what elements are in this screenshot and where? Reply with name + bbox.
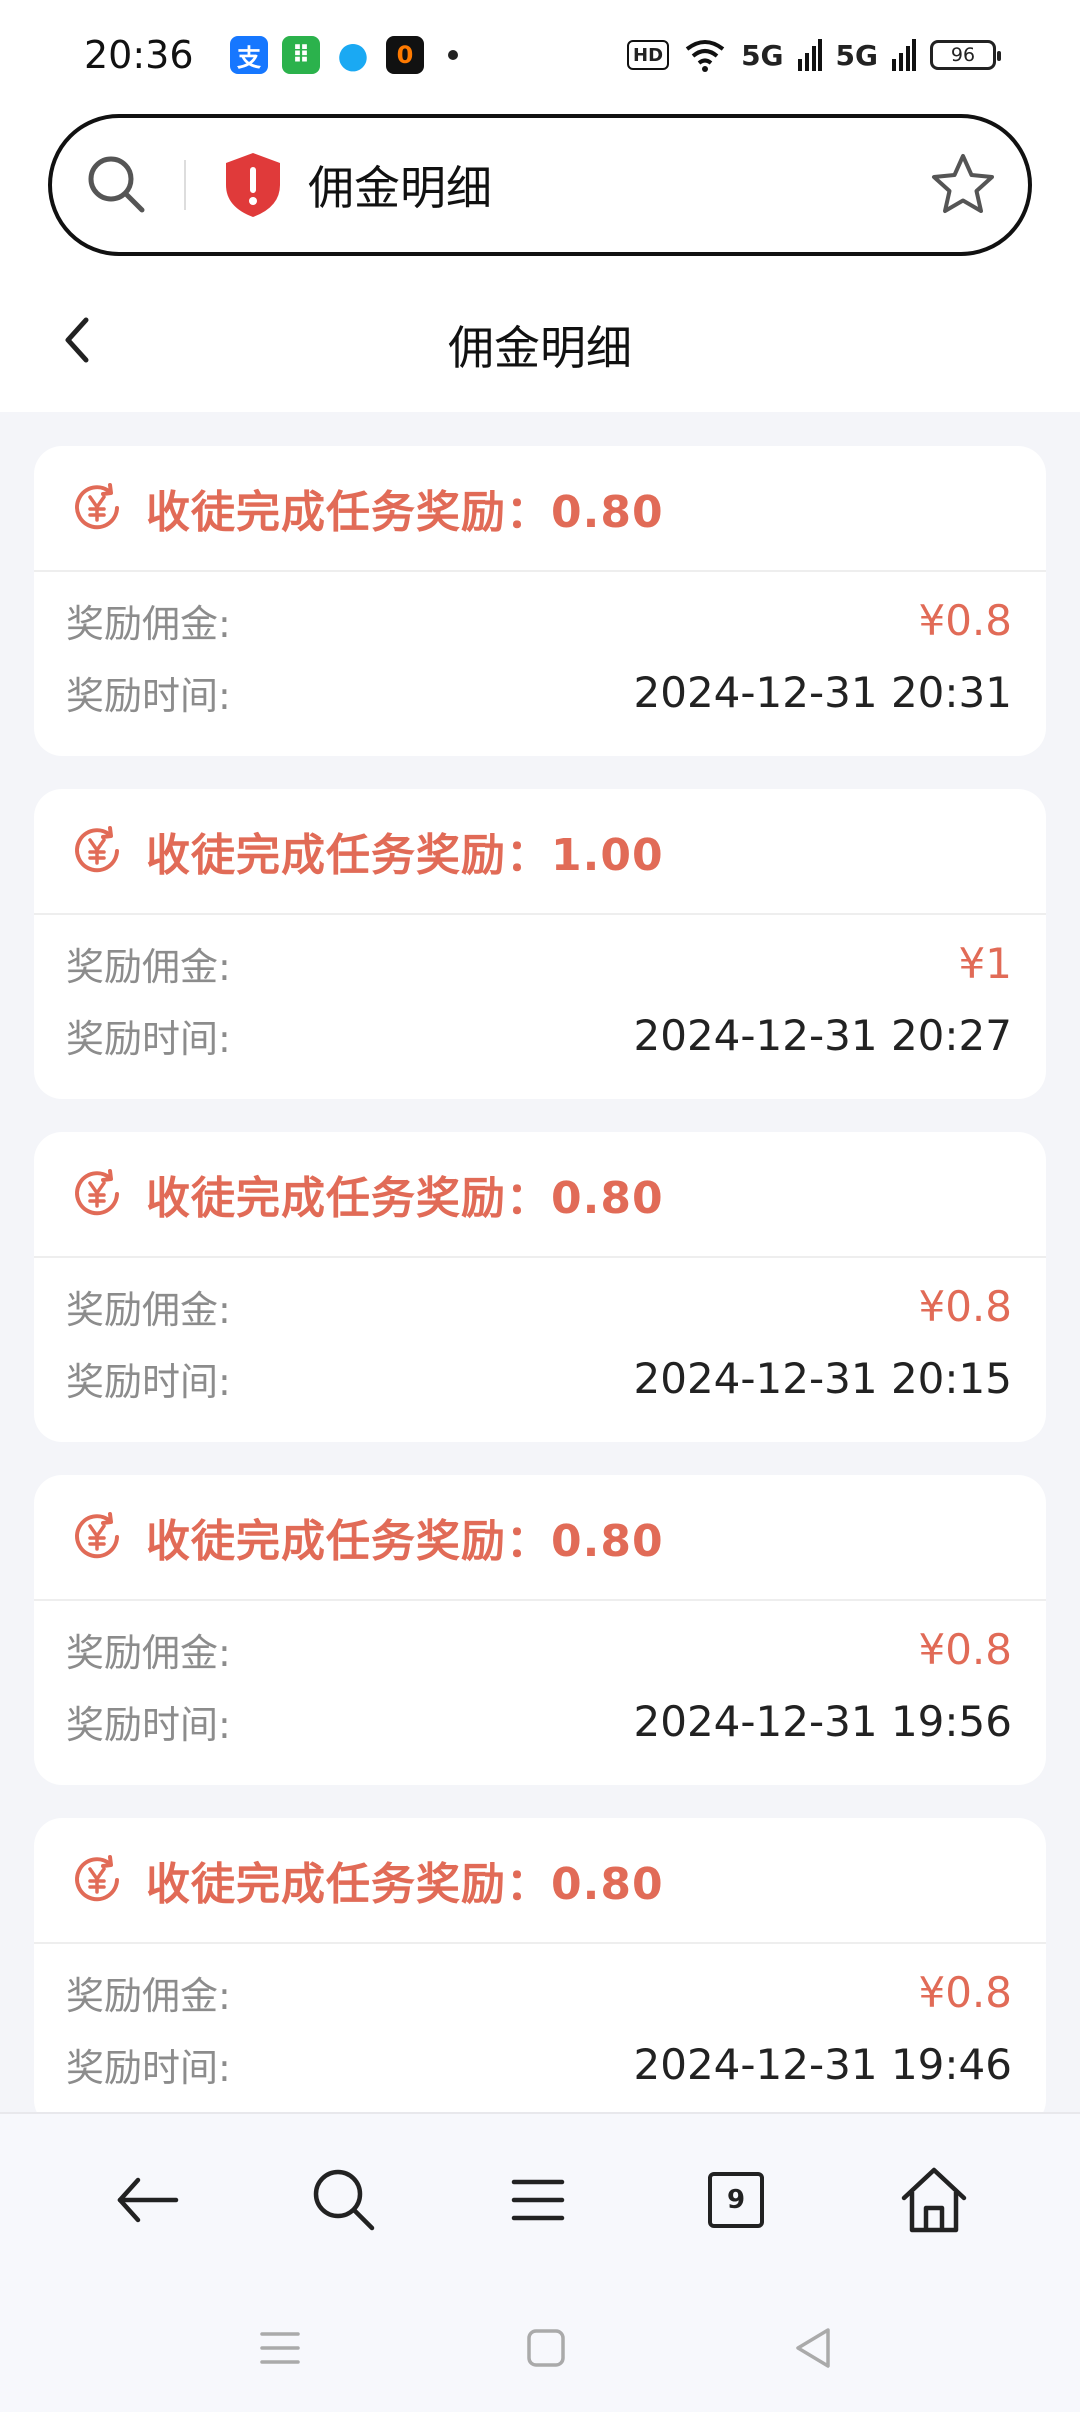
amount-row: 奖励佣金: ¥0.8 xyxy=(34,1270,1046,1342)
app-icon: 0 xyxy=(386,36,424,74)
card-title: 收徒完成任务奖励：0.80 xyxy=(146,1859,664,1910)
time-value: 2024-12-31 20:31 xyxy=(633,667,1012,717)
card-header: 收徒完成任务奖励：0.80 xyxy=(34,1475,1046,1601)
signal-bars-icon-2 xyxy=(892,39,916,71)
recent-apps-icon[interactable] xyxy=(250,2318,310,2378)
home-square-icon[interactable] xyxy=(516,2318,576,2378)
system-navigation-bar xyxy=(0,2282,1080,2412)
time-row: 奖励时间: 2024-12-31 20:27 xyxy=(34,999,1046,1071)
card-header: 收徒完成任务奖励：0.80 xyxy=(34,1818,1046,1944)
commission-card[interactable]: 收徒完成任务奖励：0.80 奖励佣金: ¥0.8 奖励时间: 2024-12-3… xyxy=(34,446,1046,756)
search-button[interactable] xyxy=(306,2162,382,2238)
time-row: 奖励时间: 2024-12-31 20:15 xyxy=(34,1342,1046,1414)
back-button[interactable] xyxy=(110,2162,186,2238)
time-label: 奖励时间: xyxy=(66,1359,231,1404)
time-label: 奖励时间: xyxy=(66,673,231,718)
search-icon[interactable] xyxy=(82,150,152,220)
amount-value: ¥1 xyxy=(958,938,1012,988)
time-row: 奖励时间: 2024-12-31 19:56 xyxy=(34,1685,1046,1757)
more-notifications-dot-icon xyxy=(448,50,458,60)
signal-bars-icon xyxy=(797,39,822,71)
back-triangle-icon[interactable] xyxy=(784,2318,844,2378)
card-title: 收徒完成任务奖励：0.80 xyxy=(146,1516,664,1567)
amount-value: ¥0.8 xyxy=(918,1967,1012,2017)
signal-5g-icon: 5G xyxy=(741,38,784,72)
home-icon xyxy=(901,2167,967,2233)
amount-value: ¥0.8 xyxy=(918,1281,1012,1331)
time-label: 奖励时间: xyxy=(66,2045,231,2090)
time-label: 奖励时间: xyxy=(66,1016,231,1061)
security-warning-shield-icon[interactable] xyxy=(222,151,284,219)
home-button[interactable] xyxy=(896,2162,972,2238)
time-row: 奖励时间: 2024-12-31 19:46 xyxy=(34,2028,1046,2100)
commission-list[interactable]: 收徒完成任务奖励：0.80 奖励佣金: ¥0.8 奖励时间: 2024-12-3… xyxy=(0,412,1080,2112)
amount-row: 奖励佣金: ¥1 xyxy=(34,927,1046,999)
time-value: 2024-12-31 20:27 xyxy=(633,1010,1012,1060)
commission-card[interactable]: 收徒完成任务奖励：0.80 奖励佣金: ¥0.8 奖励时间: 2024-12-3… xyxy=(34,1132,1046,1442)
yen-refresh-icon xyxy=(75,1855,119,1902)
commission-card[interactable]: 收徒完成任务奖励：1.00 奖励佣金: ¥1 奖励时间: 2024-12-31 … xyxy=(34,789,1046,1099)
card-header: 收徒完成任务奖励：0.80 xyxy=(34,1132,1046,1258)
yen-refresh-icon xyxy=(75,483,119,530)
status-system-icons: HD 5G 5G 96 xyxy=(627,37,1001,73)
back-arrow-icon xyxy=(117,2177,179,2223)
time-label: 奖励时间: xyxy=(66,1702,231,1747)
amount-row: 奖励佣金: ¥0.8 xyxy=(34,584,1046,656)
yen-refresh-icon xyxy=(75,1512,119,1559)
tabs-button[interactable]: 9 xyxy=(698,2162,774,2238)
page-header: 佣金明细 xyxy=(0,270,1080,412)
amount-row: 奖励佣金: ¥0.8 xyxy=(34,1956,1046,2028)
bookmark-star-icon[interactable] xyxy=(928,150,998,220)
commission-card[interactable]: 收徒完成任务奖励：0.80 奖励佣金: ¥0.8 奖励时间: 2024-12-3… xyxy=(34,1818,1046,2112)
yen-refresh-icon xyxy=(75,1169,119,1216)
address-bar-container: 佣金明细 xyxy=(0,110,1080,270)
amount-value: ¥0.8 xyxy=(918,1624,1012,1674)
android-app-icon: ⠿ xyxy=(282,36,320,74)
tab-count: 9 xyxy=(708,2172,764,2228)
menu-icon xyxy=(511,2179,565,2221)
status-bar: 20:36 支 ⠿ ● 0 HD 5G 5G 96 xyxy=(0,0,1080,110)
time-value: 2024-12-31 19:46 xyxy=(633,2039,1012,2089)
qq-icon: ● xyxy=(337,34,369,76)
browser-toolbar: 9 xyxy=(0,2112,1080,2282)
time-value: 2024-12-31 20:15 xyxy=(633,1353,1012,1403)
time-value: 2024-12-31 19:56 xyxy=(633,1696,1012,1746)
amount-label: 奖励佣金: xyxy=(66,944,231,989)
search-icon xyxy=(313,2169,375,2231)
amount-label: 奖励佣金: xyxy=(66,1973,231,2018)
address-bar-text[interactable]: 佣金明细 xyxy=(308,152,928,218)
amount-label: 奖励佣金: xyxy=(66,1630,231,1675)
yen-refresh-icon xyxy=(75,826,119,873)
divider xyxy=(184,160,186,210)
card-title: 收徒完成任务奖励：0.80 xyxy=(146,1173,664,1224)
card-title: 收徒完成任务奖励：1.00 xyxy=(146,830,664,881)
commission-card[interactable]: 收徒完成任务奖励：0.80 奖励佣金: ¥0.8 奖励时间: 2024-12-3… xyxy=(34,1475,1046,1785)
amount-value: ¥0.8 xyxy=(918,595,1012,645)
amount-row: 奖励佣金: ¥0.8 xyxy=(34,1613,1046,1685)
amount-label: 奖励佣金: xyxy=(66,1287,231,1332)
time-row: 奖励时间: 2024-12-31 20:31 xyxy=(34,656,1046,728)
menu-button[interactable] xyxy=(500,2162,576,2238)
address-bar[interactable]: 佣金明细 xyxy=(48,114,1032,256)
card-header: 收徒完成任务奖励：1.00 xyxy=(34,789,1046,915)
card-title: 收徒完成任务奖励：0.80 xyxy=(146,487,664,538)
wifi-icon xyxy=(685,40,725,72)
alipay-icon: 支 xyxy=(230,36,268,74)
status-time: 20:36 xyxy=(84,33,194,77)
hd-icon: HD xyxy=(627,40,670,70)
battery-icon: 96 xyxy=(930,40,1001,70)
status-notification-icons: 支 ⠿ ● 0 xyxy=(230,34,458,76)
amount-label: 奖励佣金: xyxy=(66,601,231,646)
signal-5g-icon-2: 5G xyxy=(835,38,878,72)
card-header: 收徒完成任务奖励：0.80 xyxy=(34,446,1046,572)
page-title: 佣金明细 xyxy=(448,321,632,375)
